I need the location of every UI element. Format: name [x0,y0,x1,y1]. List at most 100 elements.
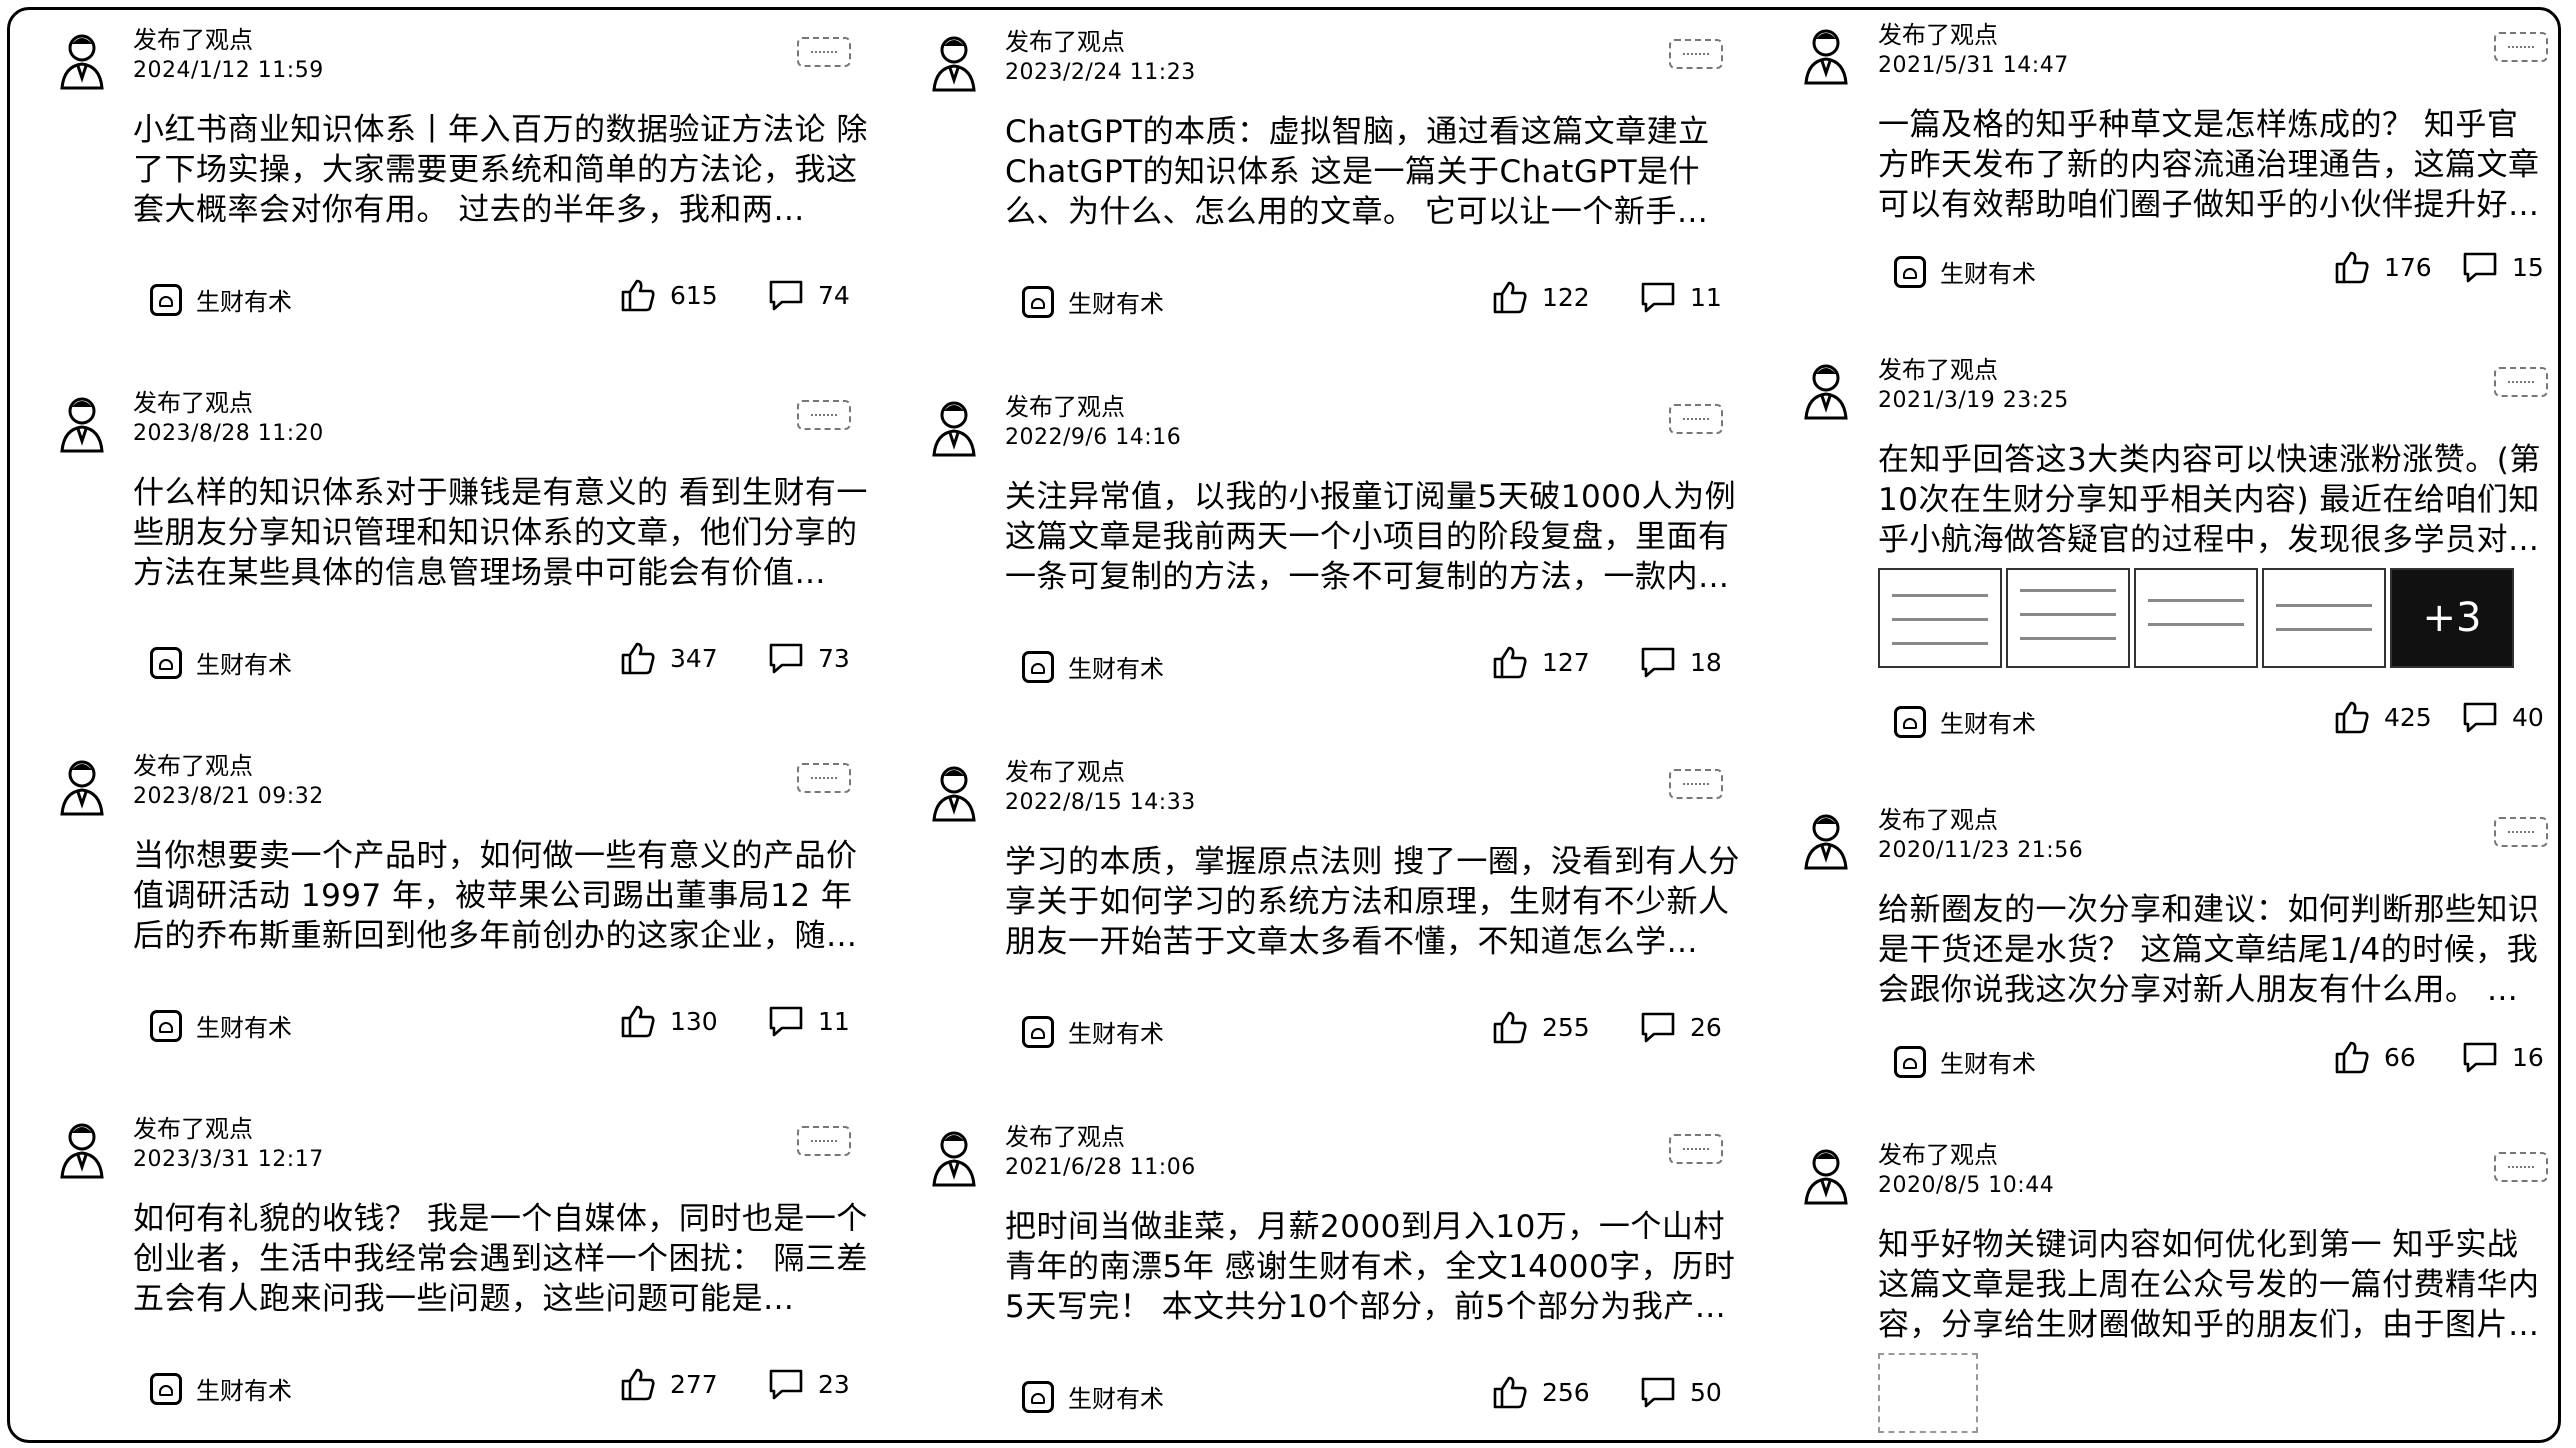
more-options-icon[interactable] [1669,769,1723,799]
comment-button[interactable]: 16 [2462,1040,2544,1074]
more-options-icon[interactable] [797,400,851,430]
post-content[interactable]: 什么样的知识体系对于赚钱是有意义的 看到生财有一些朋友分享知识管理和知识体系的文… [133,473,873,593]
post-image[interactable] [2262,568,2386,668]
post-source[interactable]: 生财有术 [1894,1044,2036,1079]
post-image-strip[interactable]: +3 [1878,568,2514,668]
like-button[interactable]: 127 [1492,645,1590,679]
post-action: 发布了观点 [1878,21,1998,49]
thumbs-up-icon [621,1368,655,1401]
comment-button[interactable]: 74 [768,278,850,312]
like-button[interactable]: 615 [620,278,718,312]
post-time: 2021/5/31 14:47 [1878,53,2069,78]
comment-button[interactable]: 50 [1640,1375,1722,1409]
feed-frame: 发布了观点 2024/1/12 11:59 小红书商业知识体系丨年入百万的数据验… [7,7,2561,1443]
post-action: 发布了观点 [133,1115,253,1143]
comment-button[interactable]: 18 [1640,645,1722,679]
comment-button[interactable]: 11 [768,1004,850,1038]
post-card[interactable]: 发布了观点 2024/1/12 11:59 小红书商业知识体系丨年入百万的数据验… [10,10,870,373]
post-image[interactable] [2006,568,2130,668]
source-logo-icon [1894,255,1926,288]
more-options-icon[interactable] [2494,367,2548,397]
post-source[interactable]: 生财有术 [150,282,292,317]
more-options-icon[interactable] [797,1126,851,1156]
post-content[interactable]: 在知乎回答这3大类内容可以快速涨粉涨赞。(第10次在生财分享知乎相关内容) 最近… [1878,440,2543,560]
like-button[interactable]: 130 [620,1004,718,1038]
source-name: 生财有术 [1940,710,2036,738]
more-options-icon[interactable] [2494,1152,2548,1182]
post-card[interactable]: 发布了观点 2021/6/28 11:06 把时间当做韭菜，月薪2000到月入1… [882,1107,1742,1442]
like-count: 347 [670,643,718,673]
post-card[interactable]: 发布了观点 2023/3/31 12:17 如何有礼貌的收钱？ 我是一个自媒体，… [10,1099,870,1439]
like-button[interactable]: 425 [2334,700,2432,734]
avatar-icon [60,760,104,816]
post-card[interactable]: 发布了观点 2020/8/5 10:44 知乎好物关键词内容如何优化到第一 知乎… [1754,1125,2554,1440]
more-options-icon[interactable] [2494,32,2548,62]
like-count: 122 [1542,282,1590,312]
post-content[interactable]: 如何有礼貌的收钱？ 我是一个自媒体，同时也是一个创业者，生活中我经常会遇到这样一… [133,1199,873,1319]
like-count: 127 [1542,647,1590,677]
post-time: 2024/1/12 11:59 [133,58,324,83]
more-options-icon[interactable] [797,763,851,793]
post-image[interactable] [1878,1353,1978,1433]
post-source[interactable]: 生财有术 [150,1371,292,1406]
avatar-icon [60,34,104,90]
like-count: 66 [2384,1042,2416,1072]
post-image[interactable] [1878,568,2002,668]
post-time: 2021/6/28 11:06 [1005,1155,1196,1180]
post-action: 发布了观点 [133,26,253,54]
comment-button[interactable]: 23 [768,1367,850,1401]
post-content[interactable]: 关注异常值，以我的小报童订阅量5天破1000人为例 这篇文章是我前两天一个小项目… [1005,477,1745,597]
post-content[interactable]: ChatGPT的本质：虚拟智脑，通过看这篇文章建立ChatGPT的知识体系 这是… [1005,112,1745,232]
post-content[interactable]: 一篇及格的知乎种草文是怎样炼成的？ 知乎官方昨天发布了新的内容流通治理通告，这篇… [1878,105,2543,225]
post-time: 2023/2/24 11:23 [1005,60,1196,85]
post-source[interactable]: 生财有术 [150,645,292,680]
post-content[interactable]: 当你想要卖一个产品时，如何做一些有意义的产品价值调研活动 1997 年，被苹果公… [133,836,873,956]
post-card[interactable]: 发布了观点 2022/8/15 14:33 学习的本质，掌握原点法则 搜了一圈，… [882,742,1742,1105]
post-card[interactable]: 发布了观点 2021/3/19 23:25 在知乎回答这3大类内容可以快速涨粉涨… [1754,340,2554,790]
post-image[interactable] [2134,568,2258,668]
like-button[interactable]: 66 [2334,1040,2416,1074]
comment-button[interactable]: 15 [2462,250,2544,284]
post-content[interactable]: 知乎好物关键词内容如何优化到第一 知乎实战 这篇文章是我上周在公众号发的一篇付费… [1878,1225,2543,1345]
like-button[interactable]: 255 [1492,1010,1590,1044]
like-button[interactable]: 122 [1492,280,1590,314]
post-source[interactable]: 生财有术 [1894,704,2036,739]
post-content[interactable]: 给新圈友的一次分享和建议：如何判断那些知识是干货还是水货？ 这篇文章结尾1/4的… [1878,890,2543,1010]
post-card[interactable]: 发布了观点 2020/11/23 21:56 给新圈友的一次分享和建议：如何判断… [1754,790,2554,1125]
post-source[interactable]: 生财有术 [1022,1014,1164,1049]
more-options-icon[interactable] [1669,404,1723,434]
like-button[interactable]: 256 [1492,1375,1590,1409]
post-content[interactable]: 小红书商业知识体系丨年入百万的数据验证方法论 除了下场实操，大家需要更系统和简单… [133,110,873,230]
post-source[interactable]: 生财有术 [1894,254,2036,289]
post-time: 2023/3/31 12:17 [133,1147,324,1172]
thumbs-up-icon [1493,1376,1527,1409]
like-button[interactable]: 176 [2334,250,2432,284]
post-card[interactable]: 发布了观点 2022/9/6 14:16 关注异常值，以我的小报童订阅量5天破1… [882,377,1742,740]
post-action: 发布了观点 [1005,1123,1125,1151]
post-source[interactable]: 生财有术 [1022,649,1164,684]
like-button[interactable]: 277 [620,1367,718,1401]
post-source[interactable]: 生财有术 [1022,1379,1164,1414]
comment-button[interactable]: 73 [768,641,850,675]
comment-count: 74 [818,280,850,310]
post-card[interactable]: 发布了观点 2023/8/28 11:20 什么样的知识体系对于赚钱是有意义的 … [10,373,870,736]
comment-button[interactable]: 11 [1640,280,1722,314]
comment-icon [1641,647,1675,678]
post-content[interactable]: 把时间当做韭菜，月薪2000到月入10万，一个山村青年的南漂5年 感谢生财有术，… [1005,1207,1745,1327]
more-options-icon[interactable] [2494,817,2548,847]
source-name: 生财有术 [196,1014,292,1042]
post-source[interactable]: 生财有术 [1022,284,1164,319]
comment-button[interactable]: 26 [1640,1010,1722,1044]
post-card[interactable]: 发布了观点 2023/8/21 09:32 当你想要卖一个产品时，如何做一些有意… [10,736,870,1099]
comment-icon [769,643,803,674]
like-button[interactable]: 347 [620,641,718,675]
post-card[interactable]: 发布了观点 2023/2/24 11:23 ChatGPT的本质：虚拟智脑，通过… [882,12,1742,375]
more-options-icon[interactable] [1669,39,1723,69]
post-source[interactable]: 生财有术 [150,1008,292,1043]
more-images-badge[interactable]: +3 [2390,568,2514,668]
more-options-icon[interactable] [1669,1134,1723,1164]
comment-button[interactable]: 40 [2462,700,2544,734]
post-card[interactable]: 发布了观点 2021/5/31 14:47 一篇及格的知乎种草文是怎样炼成的？ … [1754,5,2554,340]
more-options-icon[interactable] [797,37,851,67]
post-content[interactable]: 学习的本质，掌握原点法则 搜了一圈，没看到有人分享关于如何学习的系统方法和原理，… [1005,842,1745,962]
